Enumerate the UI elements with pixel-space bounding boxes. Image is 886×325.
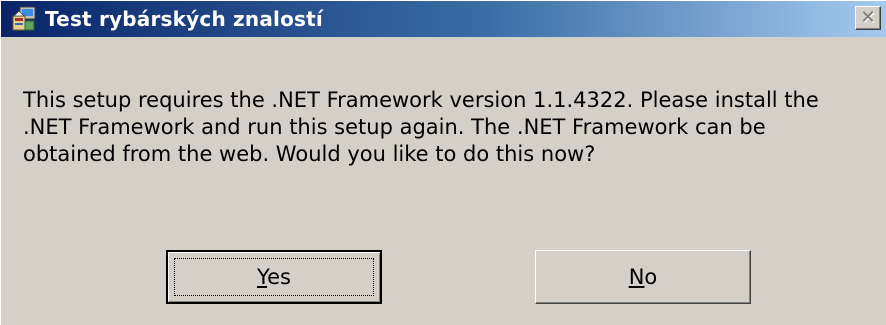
no-button[interactable]: No (535, 250, 751, 304)
close-button[interactable]: ✕ (855, 6, 881, 30)
message-dialog: Test rybárských znalostí ✕ This setup re… (0, 0, 886, 325)
focus-rectangle (174, 258, 374, 296)
title-bar[interactable]: Test rybárských znalostí ✕ (1, 1, 886, 37)
no-button-label: No (628, 265, 658, 289)
window-title: Test rybárských znalostí (45, 7, 323, 31)
close-icon: ✕ (860, 7, 876, 28)
yes-button[interactable]: Yes (166, 250, 382, 304)
message-text: This setup requires the .NET Framework v… (23, 87, 873, 168)
message-line: This setup requires the .NET Framework v… (23, 88, 819, 112)
message-line: obtained from the web. Would you like to… (23, 142, 596, 166)
setup-installer-icon (11, 6, 37, 32)
message-line: .NET Framework and run this setup again.… (23, 115, 766, 139)
